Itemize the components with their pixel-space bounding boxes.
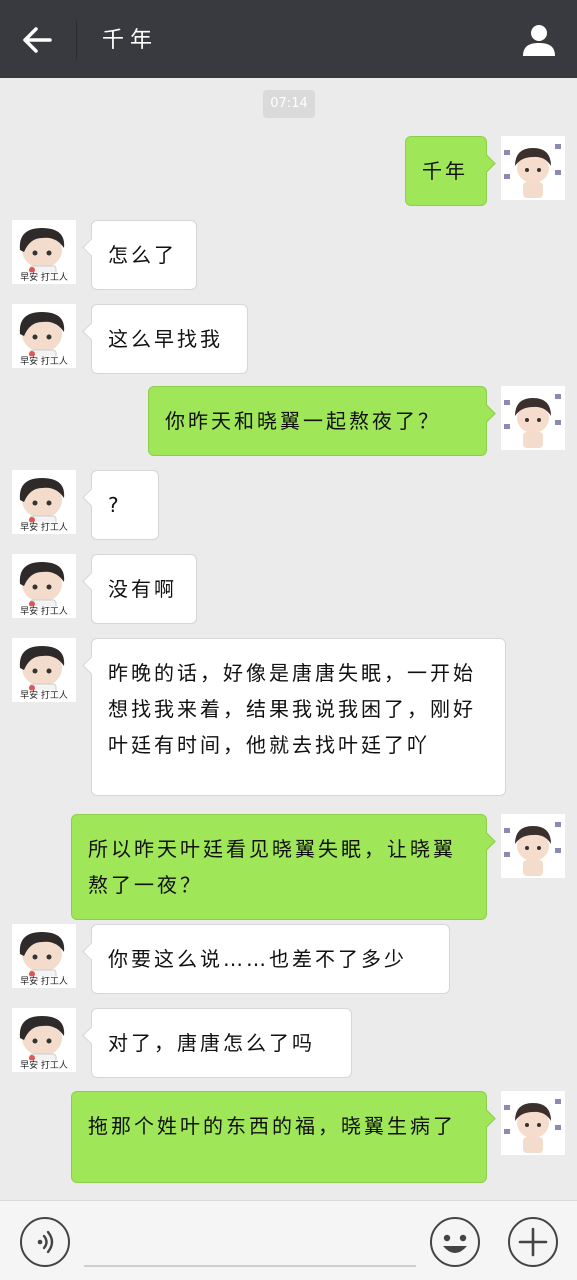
avatar-caption: 早安 打工人 — [12, 356, 76, 368]
contact-avatar[interactable]: 早安 打工人 — [12, 470, 76, 534]
avatar-caption: 早安 打工人 — [12, 606, 76, 618]
message-bubble[interactable]: 昨晚的话，好像是唐唐失眠，一开始想找我来着，结果我说我困了，刚好叶廷有时间，他就… — [91, 638, 506, 796]
message-bubble[interactable]: 对了，唐唐怎么了吗 — [91, 1008, 352, 1078]
contact-avatar[interactable]: 早安 打工人 — [12, 220, 76, 284]
message-bubble[interactable]: 你要这么说……也差不了多少 — [91, 924, 450, 994]
contact-avatar[interactable]: 早安 打工人 — [12, 1008, 76, 1072]
person-icon — [523, 25, 555, 56]
page-title: 千年 — [102, 28, 159, 53]
avatar-caption: 早安 打工人 — [12, 272, 76, 284]
message-bubble[interactable]: 你昨天和晓翼一起熬夜了？ — [148, 386, 487, 456]
message-bubble[interactable]: 这么早找我 — [91, 304, 248, 374]
emoji-icon — [430, 1217, 480, 1267]
voice-button[interactable] — [19, 1216, 71, 1268]
composer-bar — [0, 1200, 577, 1280]
contact-avatar[interactable]: 早安 打工人 — [12, 924, 76, 988]
plus-icon — [508, 1217, 558, 1267]
voice-icon — [20, 1217, 70, 1267]
message-bubble[interactable]: ? — [91, 470, 159, 540]
message-bubble[interactable]: 拖那个姓叶的东西的福，晓翼生病了 — [71, 1091, 487, 1183]
avatar-caption: 早安 打工人 — [12, 522, 76, 534]
avatar-caption: 早安 打工人 — [12, 976, 76, 988]
message-bubble[interactable]: 没有啊 — [91, 554, 197, 624]
received-message: 早安 打工人? — [0, 470, 577, 540]
received-message: 早安 打工人 你要这么说……也差不了多少 — [0, 924, 577, 994]
received-message: 早安 打工人 这么早找我 — [0, 304, 577, 374]
sent-message: 所以昨天叶廷看见晓翼失眠，让晓翼熬了一夜？ — [0, 814, 577, 920]
message-bubble[interactable]: 怎么了 — [91, 220, 197, 290]
received-message: 早安 打工人 怎么了 — [0, 220, 577, 290]
contact-avatar[interactable]: 早安 打工人 — [12, 554, 76, 618]
contact-avatar[interactable]: 早安 打工人 — [12, 304, 76, 368]
message-list[interactable]: 07:14 千年 早安 打工人 怎么了 早安 打工人 这么早找我 你昨天和晓翼一起熬夜了？… — [0, 78, 577, 1200]
header-divider — [76, 20, 77, 60]
more-button[interactable] — [507, 1216, 559, 1268]
received-message: 早安 打工人 昨晚的话，好像是唐唐失眠，一开始想找我来着，结果我说我困了，刚好叶廷… — [0, 638, 577, 796]
received-message: 早安 打工人 对了，唐唐怎么了吗 — [0, 1008, 577, 1078]
contact-avatar[interactable]: 早安 打工人 — [12, 638, 76, 702]
my-avatar[interactable] — [501, 386, 565, 450]
sent-message: 你昨天和晓翼一起熬夜了？ — [0, 386, 577, 456]
my-avatar[interactable] — [501, 1091, 565, 1155]
emoji-button[interactable] — [429, 1216, 481, 1268]
my-avatar[interactable] — [501, 136, 565, 200]
timestamp: 07:14 — [263, 90, 315, 118]
sent-message: 拖那个姓叶的东西的福，晓翼生病了 — [0, 1091, 577, 1183]
message-bubble[interactable]: 千年 — [405, 136, 487, 206]
back-button[interactable] — [16, 20, 60, 60]
message-bubble[interactable]: 所以昨天叶廷看见晓翼失眠，让晓翼熬了一夜？ — [71, 814, 487, 920]
profile-button[interactable] — [519, 20, 559, 60]
avatar-caption: 早安 打工人 — [12, 1060, 76, 1072]
input-underline — [84, 1265, 416, 1267]
my-avatar[interactable] — [501, 814, 565, 878]
received-message: 早安 打工人 没有啊 — [0, 554, 577, 624]
avatar-caption: 早安 打工人 — [12, 690, 76, 702]
chat-header: 千年 — [0, 0, 577, 78]
message-input[interactable] — [84, 1223, 416, 1263]
sent-message: 千年 — [0, 136, 577, 206]
arrow-left-icon — [23, 27, 52, 53]
